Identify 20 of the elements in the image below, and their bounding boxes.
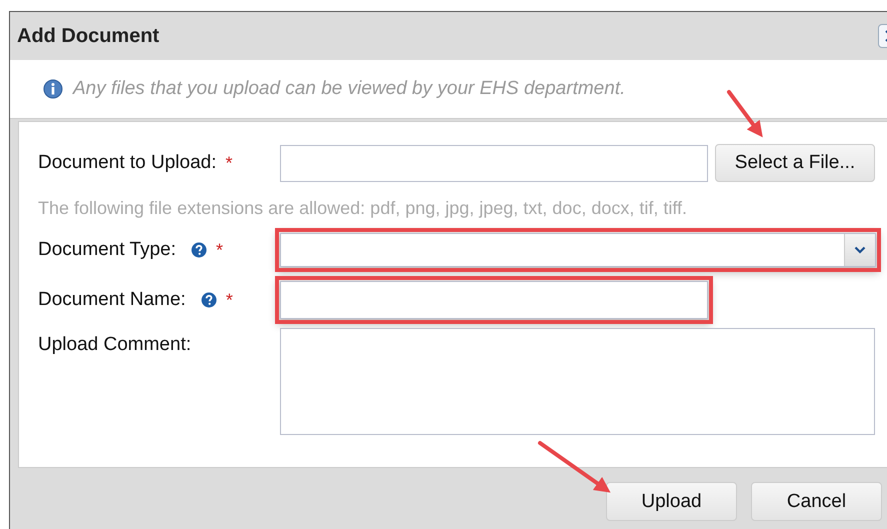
comment-field[interactable] <box>280 328 875 435</box>
field-label: Document Name: <box>38 289 186 311</box>
field-label: Document to Upload: <box>38 152 216 174</box>
required-mark: * <box>216 240 224 260</box>
annotation-arrow <box>727 90 763 138</box>
required-mark: * <box>226 290 233 310</box>
select-file-button[interactable]: Select a File... <box>715 144 875 182</box>
file-path-field[interactable] <box>280 144 708 182</box>
upload-button[interactable]: Upload <box>606 482 737 521</box>
field-label: Upload Comment: <box>38 334 192 356</box>
caret-icon <box>854 246 866 254</box>
required-mark: * <box>226 152 233 174</box>
cancel-button[interactable]: Cancel <box>751 482 882 521</box>
help-icon[interactable] <box>200 292 217 308</box>
allowed-extensions-hint: The following file extensions are allowed: pdf, png, jpg, jpeg, txt, doc, docx, tif, tiff. <box>38 198 688 219</box>
info-icon <box>43 79 63 99</box>
dialog-title: Add Document <box>17 24 160 48</box>
info-message: Any files that you upload can be viewed by your EHS department. <box>73 78 626 100</box>
field-label: Document Type: <box>38 239 176 261</box>
help-icon[interactable] <box>191 242 208 258</box>
